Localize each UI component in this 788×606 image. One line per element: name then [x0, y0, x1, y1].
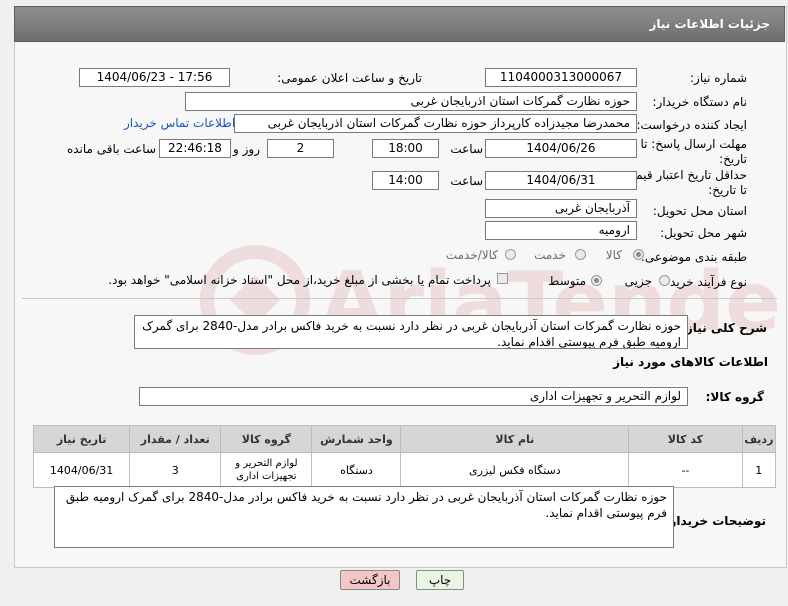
cell-item-name: دستگاه فکس لیزری [400, 452, 630, 488]
process-radio-medium[interactable] [591, 275, 602, 286]
col-header-unit: واحد شمارش [311, 425, 402, 453]
announce-datetime-label: تاریخ و ساعت اعلان عمومی: [277, 71, 422, 85]
category-option-both: کالا/خدمت [445, 248, 498, 262]
description-label: شرح کلی نیاز: [681, 321, 767, 335]
buyer-label: نام دستگاه خریدار: [652, 95, 748, 109]
reply-deadline-label: مهلت ارسال پاسخ: تا [640, 137, 747, 151]
price-validity-label: حداقل تاریخ اعتبار قیمت: [620, 168, 747, 182]
category-label: طبقه بندی موضوعی: [640, 250, 747, 264]
reply-deadline-label-2: تاریخ: [719, 152, 747, 166]
process-label: نوع فرآیند خرید : [662, 275, 747, 289]
price-validity-label-2: تا تاریخ: [708, 183, 747, 197]
cell-unit: دستگاه [311, 452, 402, 488]
cell-quantity: 3 [129, 452, 222, 488]
need-number-field[interactable]: 1104000313000067 [485, 68, 637, 87]
divider [22, 298, 777, 299]
category-radio-service[interactable] [575, 249, 586, 260]
need-number-label: شماره نیاز: [690, 71, 747, 85]
page-title: جزئیات اطلاعات نیاز [649, 17, 770, 31]
process-radio-minor[interactable] [659, 275, 670, 286]
cell-row-number: 1 [741, 452, 777, 488]
table-row[interactable]: 1 -- دستگاه فکس لیزری دستگاه لوازم التحر… [32, 452, 777, 488]
buyer-field[interactable]: حوزه نظارت گمرکات استان اذربایجان غربی [185, 92, 637, 111]
treasury-payment-checkbox[interactable] [497, 273, 508, 284]
buyer-contact-link[interactable]: اطلاعات تماس خریدار [124, 116, 235, 130]
creator-label: ایجاد کننده درخواست: [636, 118, 747, 132]
remaining-time-field[interactable]: 22:46:18 [159, 139, 231, 158]
col-header-row-number: ردیف [741, 425, 777, 453]
col-header-item-name: نام کالا [400, 425, 630, 453]
goods-group-field[interactable]: لوازم التحریر و تجهیزات اداری [139, 387, 688, 406]
cell-need-date: 1404/06/31 [32, 452, 131, 488]
col-header-need-date: تاریخ نیاز [32, 425, 131, 453]
back-button[interactable]: بازگشت [340, 570, 400, 590]
goods-table: ردیف کد کالا نام کالا واحد شمارش گروه کا… [32, 425, 777, 488]
reply-time-label: ساعت [450, 142, 483, 156]
announce-datetime-field[interactable]: 1404/06/23 - 17:56 [79, 68, 230, 87]
description-textarea[interactable]: حوزه نظارت گمرکات استان آذربایجان غربی د… [134, 315, 688, 349]
col-header-quantity: تعداد / مقدار [129, 425, 222, 453]
price-time-label: ساعت [450, 174, 483, 188]
remaining-time-label: ساعت باقی مانده [66, 142, 156, 156]
col-header-group: گروه کالا [220, 425, 313, 453]
table-header-row: ردیف کد کالا نام کالا واحد شمارش گروه کا… [32, 425, 777, 453]
reply-date-field[interactable]: 1404/06/26 [485, 139, 637, 158]
city-field[interactable]: ارومیه [485, 221, 637, 240]
page-header: جزئیات اطلاعات نیاز [14, 6, 785, 42]
treasury-payment-note: پرداخت تمام یا بخشی از مبلغ خرید،از محل … [108, 273, 491, 287]
cell-group: لوازم التحریر و تجهیزات اداری [220, 452, 313, 488]
category-radio-both[interactable] [505, 249, 516, 260]
days-field[interactable]: 2 [267, 139, 334, 158]
reply-time-field[interactable]: 18:00 [372, 139, 439, 158]
goods-group-label: گروه کالا: [705, 390, 764, 404]
price-date-field[interactable]: 1404/06/31 [485, 171, 637, 190]
category-radio-goods[interactable] [633, 249, 644, 260]
col-header-item-code: کد کالا [628, 425, 743, 453]
print-button[interactable]: چاپ [416, 570, 464, 590]
price-time-field[interactable]: 14:00 [372, 171, 439, 190]
creator-field[interactable]: محمدرضا مجیدزاده کارپرداز حوزه نظارت گمر… [234, 114, 637, 133]
province-field[interactable]: آذربایجان غربی [485, 199, 637, 218]
process-option-minor: جزیی [624, 274, 652, 288]
city-label: شهر محل تحویل: [660, 226, 747, 240]
category-option-service: خدمت [534, 248, 566, 262]
process-option-medium: متوسط [548, 274, 586, 288]
cell-item-code: -- [628, 452, 743, 488]
buyer-notes-textarea[interactable]: حوزه نظارت گمرکات استان آذربایجان غربی د… [54, 486, 674, 548]
buyer-notes-label: توضیحات خریدار: [664, 514, 766, 528]
province-label: استان محل تحویل: [652, 204, 747, 218]
goods-section-title: اطلاعات کالاهای مورد نیاز [613, 355, 768, 369]
days-label: روز و [233, 142, 260, 156]
category-option-goods: کالا [605, 248, 622, 262]
